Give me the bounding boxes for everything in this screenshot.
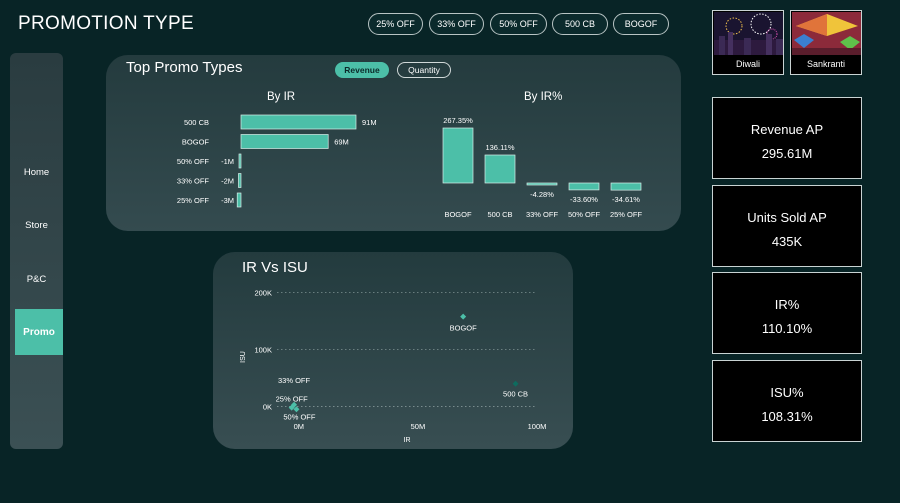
- bar-category-label: BOGOF: [444, 210, 472, 219]
- scatter-point-label: 33% OFF: [278, 376, 311, 385]
- by-ir-title: By IR: [267, 91, 296, 103]
- kpi-value: 108.31%: [761, 409, 813, 424]
- nav-panel: [10, 53, 63, 449]
- ir-vs-isu-title: IR Vs ISU: [242, 259, 308, 276]
- ir-vs-isu-scatter-chart: 0K 100K 200K 0M 50M 100M IR ISU BOGOF 500 CB 33% O…: [240, 289, 547, 444]
- scatter-point-label: 25% OFF: [276, 395, 309, 404]
- top-promo-types-title: Top Promo Types: [126, 59, 243, 76]
- filter-bogof-button[interactable]: BOGOF: [613, 13, 669, 35]
- ir-bar: [240, 114, 357, 130]
- y-tick-label: 100K: [254, 346, 272, 355]
- nav-item-home[interactable]: Home: [10, 167, 63, 178]
- festival-label-sankranti: Sankranti: [806, 59, 846, 69]
- ir-percent-bar: [610, 182, 642, 191]
- ir-bar: [238, 153, 242, 169]
- scatter-point-label: 50% OFF: [283, 412, 316, 421]
- ir-percent-bar: [484, 154, 516, 184]
- y-axis-title: ISU: [240, 351, 247, 363]
- kpi-label: Revenue AP: [750, 122, 824, 137]
- x-tick-label: 50M: [411, 422, 426, 431]
- bar-category-label: 25% OFF: [610, 210, 643, 219]
- ir-percent-bar: [442, 127, 474, 184]
- kpi-ir-percent: IR% 110.10%: [712, 272, 862, 354]
- sankranti-kites-image: [792, 12, 861, 55]
- scatter-point: [512, 380, 519, 387]
- bar-value-label: -2M: [221, 177, 234, 186]
- y-tick-label: 0K: [263, 402, 272, 411]
- scatter-point-label: 500 CB: [503, 390, 528, 399]
- bar-category-label: 33% OFF: [177, 177, 210, 186]
- nav-item-pc[interactable]: P&C: [10, 274, 63, 285]
- filter-50-off-button[interactable]: 50% OFF: [490, 13, 547, 35]
- kpi-label: Units Sold AP: [747, 210, 827, 225]
- festival-card-diwali[interactable]: Diwali: [712, 10, 784, 75]
- bar-value-label: -4.28%: [530, 190, 554, 199]
- bar-category-label: 500 CB: [184, 118, 209, 127]
- bar-category-label: 25% OFF: [177, 196, 210, 205]
- bar-category-label: BOGOF: [182, 138, 210, 147]
- bar-category-label: 50% OFF: [177, 157, 210, 166]
- ir-bar: [236, 192, 242, 208]
- bar-value-label: -1M: [221, 157, 234, 166]
- kpi-value: 295.61M: [761, 146, 813, 161]
- bar-value-label: 91M: [362, 118, 377, 127]
- filter-25-off-button[interactable]: 25% OFF: [368, 13, 423, 35]
- ir-bar: [240, 134, 329, 149]
- kpi-label: IR%: [774, 297, 800, 312]
- bar-category-label: 500 CB: [487, 210, 512, 219]
- by-ir-percent-title: By IR%: [524, 91, 563, 103]
- kpi-label: ISU%: [770, 385, 804, 400]
- revenue-toggle-button[interactable]: Revenue: [335, 62, 389, 78]
- y-tick-label: 200K: [254, 289, 272, 298]
- x-tick-label: 100M: [528, 422, 547, 431]
- bar-category-label: 33% OFF: [526, 210, 559, 219]
- bar-value-label: -3M: [221, 196, 234, 205]
- nav-item-store[interactable]: Store: [10, 220, 63, 231]
- quantity-toggle-button[interactable]: Quantity: [397, 62, 451, 78]
- scatter-point: [460, 313, 467, 320]
- x-axis-title: IR: [404, 437, 411, 444]
- by-ir-percent-bar-chart: 267.35% BOGOF 136.11% 500 CB -4.28% 33% OFF -3…: [442, 116, 643, 219]
- kpi-value: 435K: [771, 234, 803, 249]
- festival-label-diwali: Diwali: [735, 59, 760, 69]
- festival-card-sankranti[interactable]: Sankranti: [790, 10, 862, 75]
- diwali-fireworks-image: [714, 12, 783, 55]
- kpi-isu-percent: ISU% 108.31%: [712, 360, 862, 442]
- by-ir-bar-chart: 500 CB 91M BOGOF 69M 50% OFF -1M 33% OFF -2M 25%…: [177, 114, 377, 208]
- kpi-units-sold-ap: Units Sold AP 435K: [712, 185, 862, 267]
- scatter-point-label: BOGOF: [450, 324, 478, 333]
- ir-percent-bar: [568, 182, 600, 191]
- bar-value-label: 69M: [334, 138, 349, 147]
- bar-value-label: 136.11%: [485, 143, 514, 152]
- bar-value-label: -34.61%: [612, 195, 640, 204]
- ir-percent-bar: [526, 182, 558, 186]
- kpi-revenue-ap: Revenue AP 295.61M: [712, 97, 862, 179]
- filter-33-off-button[interactable]: 33% OFF: [429, 13, 484, 35]
- x-tick-label: 0M: [294, 422, 304, 431]
- bar-value-label: -33.60%: [570, 195, 598, 204]
- nav-item-promo-active[interactable]: Promo: [15, 309, 63, 355]
- filter-500-cb-button[interactable]: 500 CB: [552, 13, 608, 35]
- bar-category-label: 50% OFF: [568, 210, 601, 219]
- kpi-value: 110.10%: [761, 321, 813, 336]
- ir-bar: [238, 173, 242, 188]
- page-title: PROMOTION TYPE: [18, 13, 194, 34]
- bar-value-label: 267.35%: [443, 116, 473, 125]
